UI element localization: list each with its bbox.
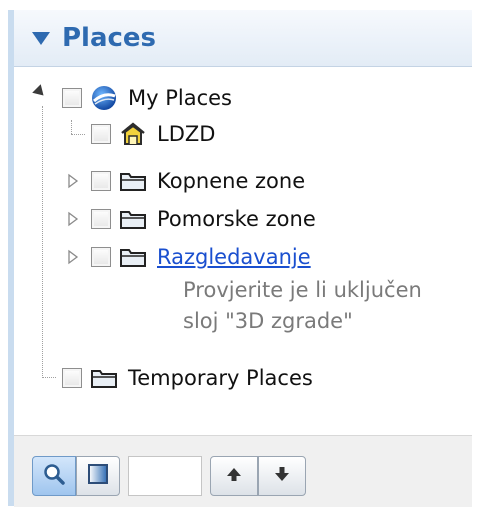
search-text-field[interactable] (128, 456, 202, 496)
earth-globe-icon (90, 84, 118, 112)
checkbox[interactable] (91, 171, 111, 191)
arrow-up-icon (225, 465, 243, 487)
folder-icon (119, 243, 147, 271)
places-panel: Places My Places LDZD Kopnene zone Pomor… (8, 10, 472, 507)
tree-line (42, 377, 56, 378)
tree-line (71, 134, 85, 135)
expand-arrow-icon[interactable] (66, 173, 80, 189)
tree-item-razgledavanje[interactable]: Razgledavanje (91, 238, 311, 276)
panel-view-button[interactable] (76, 456, 120, 496)
checkbox[interactable] (62, 88, 82, 108)
panel-view-icon (87, 463, 109, 489)
places-header[interactable]: Places (14, 10, 472, 67)
tree-item-link[interactable]: Razgledavanje (157, 245, 311, 269)
checkbox[interactable] (91, 124, 111, 144)
tree-line (42, 106, 43, 378)
folder-icon (119, 167, 147, 195)
description-line: Provjerite je li uključen (183, 278, 422, 302)
panel-title: Places (62, 23, 157, 53)
collapse-triangle-icon[interactable] (32, 31, 50, 45)
checkbox[interactable] (91, 209, 111, 229)
move-down-button[interactable] (258, 456, 306, 496)
checkbox[interactable] (62, 368, 82, 388)
tree-item-label: Temporary Places (128, 366, 313, 390)
home-icon (119, 120, 147, 148)
expand-arrow-icon[interactable] (66, 211, 80, 227)
move-up-button[interactable] (210, 456, 258, 496)
tree-line (71, 120, 72, 134)
item-description: Provjerite je li uključen sloj "3D zgrad… (183, 275, 422, 337)
tree-item-kopnene-zone[interactable]: Kopnene zone (91, 162, 305, 200)
tree-item-pomorske-zone[interactable]: Pomorske zone (91, 200, 316, 238)
tree-item-label: My Places (128, 86, 232, 110)
places-toolbar (14, 435, 472, 507)
tree-item-temporary-places[interactable]: Temporary Places (62, 359, 313, 397)
tree-item-label: LDZD (157, 122, 216, 146)
tree-item-label: Pomorske zone (157, 207, 316, 231)
places-tree: My Places LDZD Kopnene zone Pomorske zon… (14, 70, 472, 430)
tree-item-my-places[interactable]: My Places (62, 79, 232, 117)
checkbox[interactable] (91, 247, 111, 267)
tree-item-label: Kopnene zone (157, 169, 306, 193)
folder-icon (90, 364, 118, 392)
magnifier-icon (42, 462, 66, 490)
search-places-button[interactable] (32, 456, 76, 496)
folder-icon (119, 205, 147, 233)
expand-arrow-icon[interactable] (32, 84, 48, 100)
arrow-down-icon (273, 465, 291, 487)
description-line: sloj "3D zgrade" (183, 309, 353, 333)
tree-item-ldzd[interactable]: LDZD (91, 115, 215, 153)
expand-arrow-icon[interactable] (66, 249, 80, 265)
